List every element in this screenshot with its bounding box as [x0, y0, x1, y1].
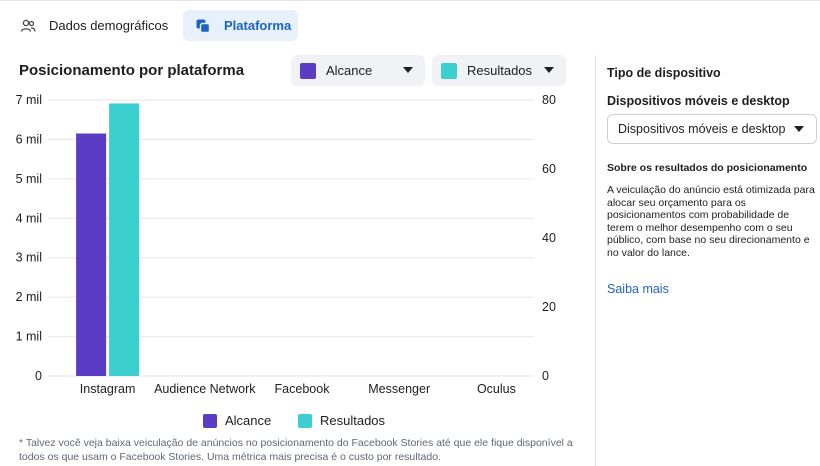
y-left-tick-label: 2 mil — [16, 290, 42, 304]
y-left-tick-label: 3 mil — [16, 251, 42, 265]
y-right-tick-label: 0 — [542, 369, 549, 383]
device-type-heading: Tipo de dispositivo — [607, 66, 721, 80]
chart-title: Posicionamento por plataforma — [19, 62, 245, 79]
legend-item-alcance[interactable]: Alcance — [203, 413, 271, 428]
legend-item-resultados[interactable]: Resultados — [298, 413, 385, 428]
device-type-select[interactable]: Dispositivos móveis e desktop — [607, 114, 817, 144]
about-results-text: A veiculação do anúncio está otimizada p… — [607, 184, 815, 259]
y-left-tick-label: 6 mil — [16, 132, 42, 146]
learn-more-link[interactable]: Saiba mais — [607, 282, 669, 296]
tab-platform[interactable]: Plataforma — [183, 10, 298, 41]
metric-dropdown-left-label: Alcance — [326, 63, 373, 78]
platform-bar-chart: 0 1 mil 2 mil 3 mil 4 mil 5 mil 6 mil 7 mil 0 20 4… — [16, 93, 556, 396]
chevron-down-icon — [544, 67, 554, 73]
metric-dropdown-left[interactable]: Alcance — [291, 55, 425, 86]
chevron-down-icon — [794, 126, 804, 132]
y-left-tick-label: 5 mil — [16, 172, 42, 186]
y-right-tick-label: 60 — [542, 162, 556, 176]
legend-label-alcance: Alcance — [225, 413, 272, 428]
y-left-tick-label: 4 mil — [16, 211, 42, 225]
tab-bar: Dados demográficos Plataforma — [0, 0, 820, 46]
resultados-swatch — [441, 62, 457, 79]
legend-swatch-resultados — [298, 413, 312, 428]
footnote: * Talvez você veja baixa veiculação de a… — [19, 437, 573, 463]
tab-platform-label: Plataforma — [224, 18, 292, 33]
y-left-tick-label: 7 mil — [16, 93, 42, 107]
tab-demographics[interactable]: Dados demográficos — [10, 10, 176, 41]
metric-dropdown-right-label: Resultados — [467, 63, 533, 78]
tab-demographics-label: Dados demográficos — [49, 18, 169, 33]
y-left-tick-label: 0 — [35, 369, 42, 383]
about-results-heading: Sobre os resultados do posicionamento — [607, 162, 808, 174]
x-category-label: Facebook — [275, 382, 331, 396]
platform-icon — [195, 18, 211, 34]
x-category-label: Oculus — [477, 382, 516, 396]
legend-label-resultados: Resultados — [320, 413, 386, 428]
y-right-tick-label: 20 — [542, 300, 556, 314]
chevron-down-icon — [403, 67, 413, 73]
x-category-label: Audience Network — [154, 382, 256, 396]
x-category-label: Messenger — [368, 382, 430, 396]
bar-resultados — [109, 103, 140, 376]
metric-dropdown-right[interactable]: Resultados — [432, 55, 566, 86]
legend-swatch-alcance — [203, 413, 217, 428]
alcance-swatch — [300, 62, 316, 79]
y-left-tick-label: 1 mil — [16, 330, 42, 344]
device-type-select-value: Dispositivos móveis e desktop — [618, 122, 786, 136]
y-right-tick-label: 40 — [542, 231, 556, 245]
panel-divider — [595, 55, 596, 466]
people-icon — [20, 18, 36, 34]
bar-alcance — [76, 133, 107, 376]
x-category-label: Instagram — [80, 382, 136, 396]
y-right-tick-label: 80 — [542, 93, 556, 107]
device-type-subheading: Dispositivos móveis e desktop — [607, 94, 790, 108]
